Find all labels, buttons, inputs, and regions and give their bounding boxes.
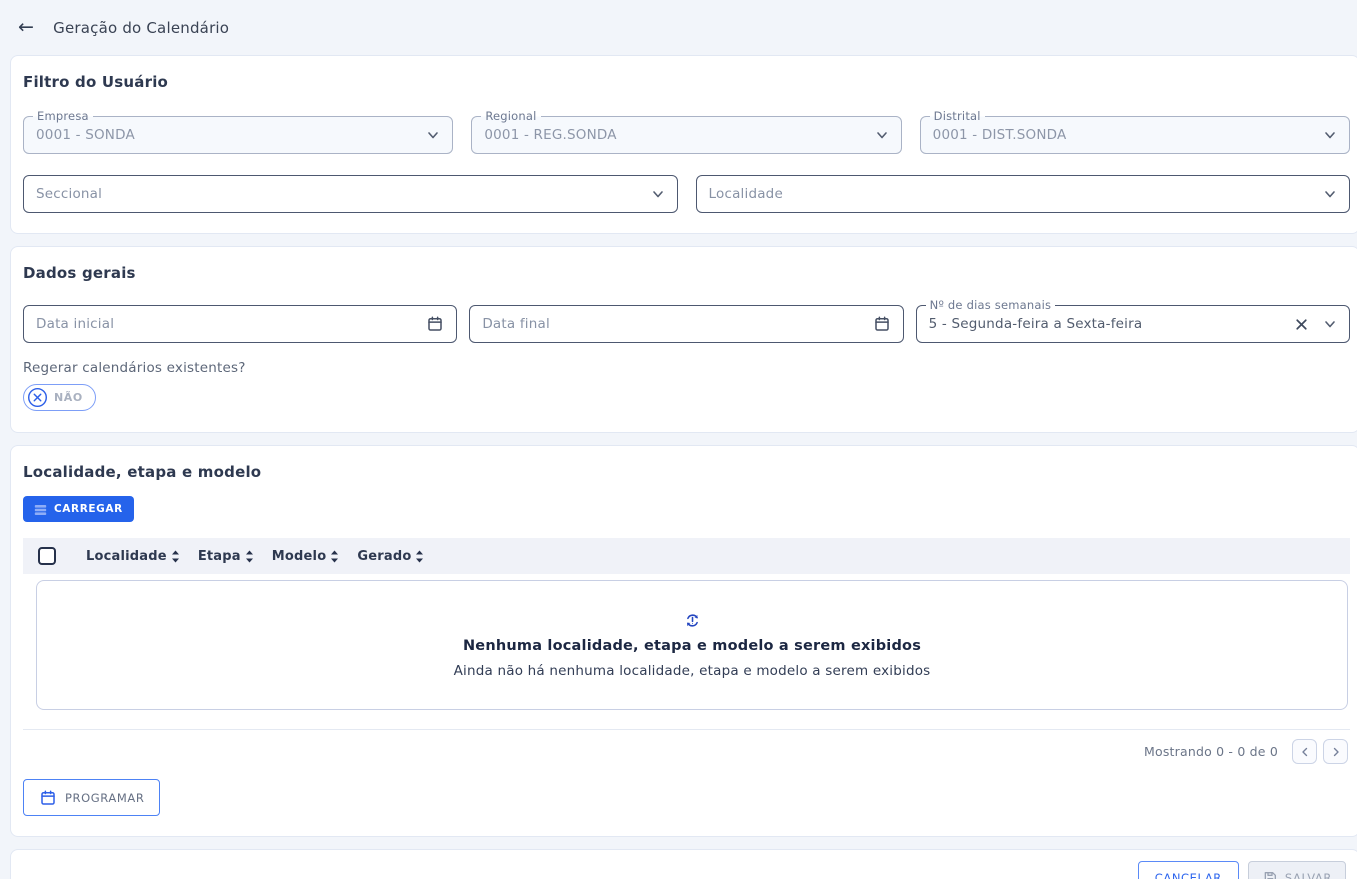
locality-title: Localidade, etapa e modelo <box>23 463 1350 481</box>
sort-icon <box>330 550 339 563</box>
refresh-alert-icon <box>684 612 701 629</box>
programar-button-label: PROGRAMAR <box>65 791 144 805</box>
seccional-select[interactable]: Seccional <box>23 175 678 213</box>
distrital-label: Distrital <box>930 109 985 123</box>
circled-x-icon <box>27 387 48 408</box>
save-floppy-icon <box>1262 870 1278 879</box>
column-header-etapa[interactable]: Etapa <box>198 549 254 564</box>
column-header-modelo[interactable]: Modelo <box>272 549 340 564</box>
column-header-localidade[interactable]: Localidade <box>86 549 180 564</box>
user-filter-title: Filtro do Usuário <box>23 73 1350 91</box>
select-all-checkbox[interactable] <box>38 547 56 565</box>
back-arrow-icon[interactable]: ← <box>18 18 34 37</box>
empresa-value: 0001 - SONDA <box>36 127 426 143</box>
column-label: Modelo <box>272 549 327 564</box>
start-date-input[interactable]: Data inicial <box>23 305 457 343</box>
regional-label: Regional <box>481 109 540 123</box>
sort-icon <box>245 550 254 563</box>
calendar-icon <box>39 789 57 807</box>
chevron-down-icon <box>1323 317 1337 331</box>
column-header-gerado[interactable]: Gerado <box>357 549 424 564</box>
pagination-prev-button[interactable] <box>1292 739 1317 764</box>
chevron-down-icon <box>875 128 889 142</box>
chevron-right-icon <box>1331 747 1341 757</box>
empresa-select[interactable]: Empresa 0001 - SONDA <box>23 116 453 154</box>
column-label: Etapa <box>198 549 241 564</box>
cancelar-button[interactable]: CANCELAR <box>1138 861 1239 879</box>
user-filter-panel: Filtro do Usuário Empresa 0001 - SONDA R… <box>10 55 1357 234</box>
distrital-select[interactable]: Distrital 0001 - DIST.SONDA <box>920 116 1350 154</box>
regenerate-toggle-label: NÃO <box>54 391 83 404</box>
localidade-placeholder: Localidade <box>709 186 1324 202</box>
regional-value: 0001 - REG.SONDA <box>484 127 874 143</box>
regenerate-question: Regerar calendários existentes? <box>23 360 1350 376</box>
general-data-row: Data inicial Data final Nº de dias seman… <box>23 305 1350 343</box>
empty-state-subtitle: Ainda não há nenhuma localidade, etapa e… <box>454 663 931 679</box>
regional-select[interactable]: Regional 0001 - REG.SONDA <box>471 116 901 154</box>
carregar-button[interactable]: CARREGAR <box>23 496 134 522</box>
regenerate-toggle[interactable]: NÃO <box>23 384 96 411</box>
chevron-down-icon <box>651 187 665 201</box>
chevron-down-icon <box>426 128 440 142</box>
footer-action-bar: CANCELAR SALVAR <box>10 849 1357 879</box>
user-filter-row-1: Empresa 0001 - SONDA Regional 0001 - REG… <box>23 116 1350 154</box>
column-label: Localidade <box>86 549 167 564</box>
empty-state-title: Nenhuma localidade, etapa e modelo a ser… <box>463 638 921 654</box>
empty-state: Nenhuma localidade, etapa e modelo a ser… <box>36 580 1348 710</box>
distrital-value: 0001 - DIST.SONDA <box>933 127 1323 143</box>
salvar-button[interactable]: SALVAR <box>1248 861 1346 879</box>
list-icon <box>34 503 47 516</box>
sort-icon <box>171 550 180 563</box>
chevron-left-icon <box>1300 747 1310 757</box>
salvar-button-label: SALVAR <box>1285 871 1332 879</box>
weekdays-select[interactable]: Nº de dias semanais 5 - Segunda-feira a … <box>916 305 1350 343</box>
locality-panel: Localidade, etapa e modelo CARREGAR Loca… <box>10 445 1357 837</box>
programar-button[interactable]: PROGRAMAR <box>23 779 160 816</box>
general-data-title: Dados gerais <box>23 264 1350 282</box>
calendar-icon[interactable] <box>873 315 891 333</box>
table-header: Localidade Etapa Modelo Gerado <box>23 538 1350 574</box>
sort-icon <box>415 550 424 563</box>
empresa-label: Empresa <box>33 109 93 123</box>
chevron-down-icon <box>1323 187 1337 201</box>
pagination-next-button[interactable] <box>1323 739 1348 764</box>
end-date-placeholder: Data final <box>482 316 872 332</box>
column-label: Gerado <box>357 549 411 564</box>
weekdays-value: 5 - Segunda-feira a Sexta-feira <box>929 316 1294 332</box>
page-title: Geração do Calendário <box>53 19 229 37</box>
carregar-button-label: CARREGAR <box>54 503 123 515</box>
page-header: ← Geração do Calendário <box>0 0 1357 55</box>
seccional-placeholder: Seccional <box>36 186 651 202</box>
localidade-select[interactable]: Localidade <box>696 175 1351 213</box>
table-footer: Mostrando 0 - 0 de 0 <box>23 729 1350 764</box>
pagination-summary: Mostrando 0 - 0 de 0 <box>1144 744 1278 759</box>
general-data-panel: Dados gerais Data inicial Data final Nº … <box>10 246 1357 433</box>
weekdays-label: Nº de dias semanais <box>926 298 1056 312</box>
user-filter-row-2: Seccional Localidade <box>23 175 1350 213</box>
end-date-input[interactable]: Data final <box>469 305 903 343</box>
chevron-down-icon <box>1323 128 1337 142</box>
calendar-icon[interactable] <box>426 315 444 333</box>
start-date-placeholder: Data inicial <box>36 316 426 332</box>
clear-icon[interactable] <box>1294 317 1309 332</box>
